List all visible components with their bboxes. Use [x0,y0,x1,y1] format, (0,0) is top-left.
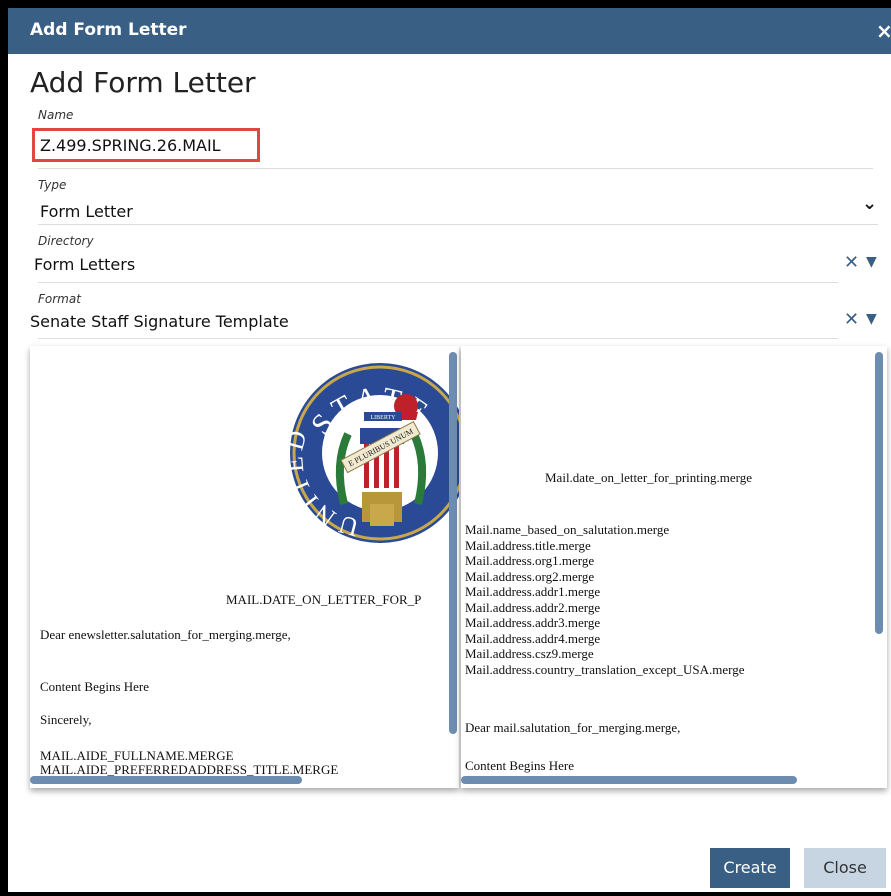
type-underline [38,224,878,225]
right-address-line: Mail.address.csz9.merge [465,646,594,661]
right-vertical-scrollbar[interactable] [875,352,883,634]
right-address-line: Mail.address.addr4.merge [465,630,601,646]
left-horizontal-scrollbar[interactable] [30,776,302,784]
type-label: Type [38,178,67,192]
left-date-line: MAIL.DATE_ON_LETTER_FOR_P [226,592,422,607]
right-address-line: Mail.address.addr2.merge [465,599,601,615]
right-salutation: Dear mail.salutation_for_merging.merge, [465,720,681,735]
dialog-title: Add Form Letter [30,20,187,40]
left-content: Content Begins Here [40,679,150,694]
right-address-line: Mail.address.addr3.merge [465,615,601,630]
format-select[interactable]: Senate Staff Signature Template [30,312,289,331]
right-horizontal-scrollbar[interactable] [461,776,797,784]
letter-preview-right[interactable]: Mail.date_on_letter_for_printing.merge M… [461,346,887,788]
name-underline [38,168,873,169]
directory-clear-icon[interactable]: ✕ [844,252,859,273]
name-label: Name [38,108,74,122]
name-input[interactable]: Z.499.SPRING.26.MAIL [40,136,221,155]
left-vertical-scrollbar[interactable] [449,352,457,734]
directory-dropdown-icon[interactable]: ▼ [866,254,877,270]
senate-seal-icon: STATE UNITED LIBERTY E PLURIBUS UNUM [278,354,459,552]
right-address-line: Mail.address.org1.merge [465,553,595,568]
dialog-titlebar: Add Form Letter × [8,8,891,54]
chevron-down-icon[interactable]: ⌄ [862,193,877,214]
right-address-line: Mail.name_based_on_salutation.merge [465,522,670,537]
page-title: Add Form Letter [30,66,256,99]
format-underline [38,338,838,339]
seal-ribbon-text: LIBERTY [371,415,397,421]
right-address-line: Mail.address.country_translation_except_… [465,661,745,677]
directory-label: Directory [38,234,94,248]
directory-underline [38,282,838,283]
create-button[interactable]: Create [710,848,790,888]
left-salutation: Dear enewsletter.salutation_for_merging.… [40,627,291,642]
right-address-line: Mail.address.addr1.merge [465,584,601,599]
right-date-line: Mail.date_on_letter_for_printing.merge [545,470,752,485]
add-form-letter-dialog: Add Form Letter × Add Form Letter Name Z… [8,8,891,892]
directory-select[interactable]: Form Letters [34,255,135,274]
close-button[interactable]: Close [804,848,886,888]
left-closing: Sincerely, [40,712,92,727]
format-clear-icon[interactable]: ✕ [844,309,859,330]
right-content: Content Begins Here [465,758,575,773]
right-address-line: Mail.address.org2.merge [465,568,595,584]
type-select[interactable]: Form Letter [40,202,133,221]
right-address-line: Mail.address.title.merge [465,537,591,553]
close-icon[interactable]: × [876,19,891,43]
format-dropdown-icon[interactable]: ▼ [866,311,877,327]
format-label: Format [38,292,81,306]
letter-preview-left[interactable]: STATE UNITED LIBERTY E PLURIBUS UNUM MAI… [30,346,459,788]
